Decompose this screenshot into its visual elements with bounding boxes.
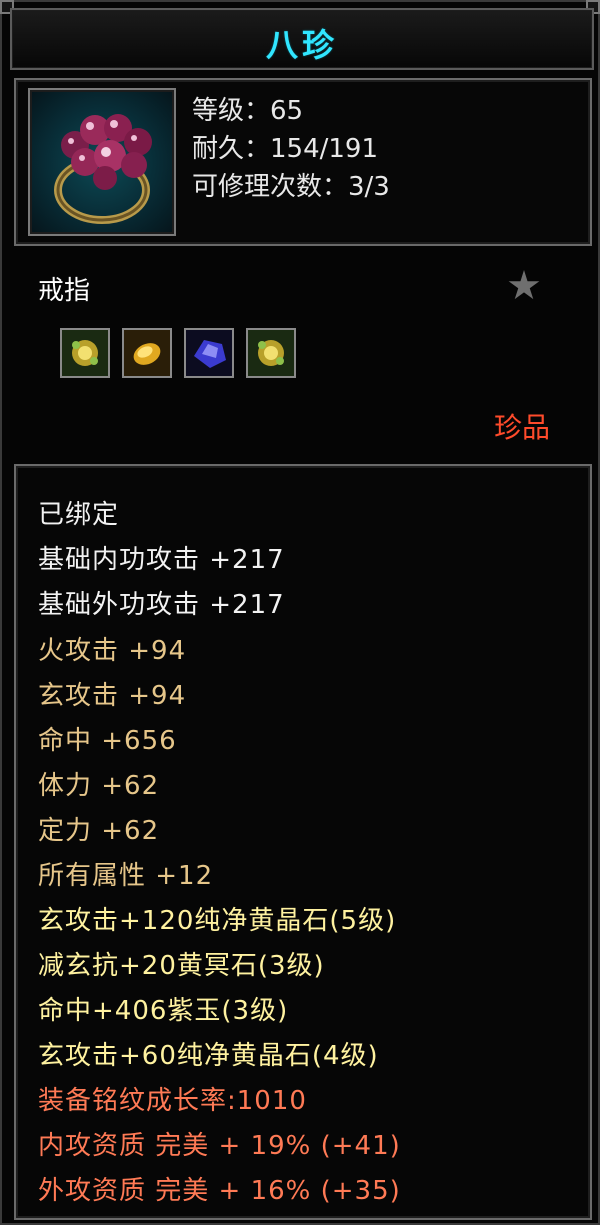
ring-icon[interactable] [28,88,176,236]
gold-leaf-gem-icon[interactable] [122,328,172,378]
attribute-line: 所有属性 +12 [38,861,214,891]
attribute-line: 基础内功攻击 +217 [38,545,285,575]
attribute-line: 内攻资质 完美 + 19% (+41) [38,1131,401,1161]
attribute-line: 已绑定 [38,500,120,530]
purple-jade-gem-icon[interactable] [184,328,234,378]
ring-icon-graphic [54,114,152,224]
star-icon[interactable] [508,270,540,300]
attribute-line: 基础外功攻击 +217 [38,590,285,620]
item-tooltip-panel: 八珍 等级：65 耐久：154/191 可修理次数：3/3 戒指 珍品 已绑定 … [0,0,600,1225]
item-rarity: 珍品 [494,411,551,444]
attribute-line: 玄攻击 +94 [38,681,187,711]
item-name: 八珍 [265,26,338,64]
attribute-line: 玄攻击+120纯净黄晶石(5级) [38,906,397,936]
item-info-box: 等级：65 耐久：154/191 可修理次数：3/3 [14,78,592,246]
item-repair-count: 可修理次数：3/3 [192,172,390,202]
attribute-line: 定力 +62 [38,816,160,846]
yellow-flower-gem-icon[interactable] [60,328,110,378]
attribute-line: 外攻资质 完美 + 16% (+35) [38,1176,401,1206]
item-durability: 耐久：154/191 [192,134,379,164]
attribute-line: 命中 +656 [38,726,177,756]
title-bar: 八珍 [10,8,594,70]
item-type: 戒指 [38,276,91,306]
attribute-line: 减玄抗+20黄冥石(3级) [38,951,325,981]
attribute-line: 体力 +62 [38,771,160,801]
item-level: 等级：65 [192,96,304,126]
yellow-flower-gem-icon[interactable] [246,328,296,378]
attribute-line: 火攻击 +94 [38,636,187,666]
attribute-line: 玄攻击+60纯净黄晶石(4级) [38,1041,379,1071]
gem-graphic [186,330,232,376]
attribute-line: 装备铭纹成长率:1010 [38,1086,307,1116]
gem-graphic [248,330,294,376]
attribute-list: 已绑定 基础内功攻击 +217 基础外功攻击 +217 火攻击 +94 玄攻击 … [14,464,592,1220]
attribute-line: 命中+406紫玉(3级) [38,996,289,1026]
gem-graphic [124,330,170,376]
gem-graphic [62,330,108,376]
